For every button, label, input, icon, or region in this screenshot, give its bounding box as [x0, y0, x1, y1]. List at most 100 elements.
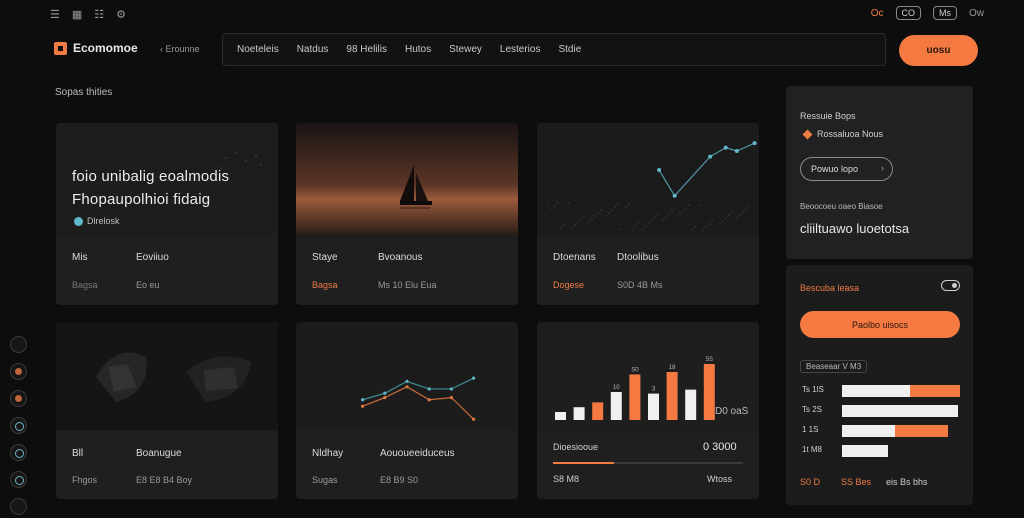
- card-sub-a: S8 M8: [553, 474, 580, 484]
- chart-noise-point: [600, 209, 602, 211]
- chart-noise-point: [637, 222, 639, 224]
- chart-noise-point: [634, 225, 636, 227]
- card-sub-b: E8 E8 B4 Boy: [136, 475, 193, 485]
- notification-indicator[interactable]: Oc: [871, 8, 884, 19]
- nav-item[interactable]: Stewey: [449, 44, 482, 55]
- rail-dot-icon[interactable]: [10, 336, 27, 353]
- card-tag: Dlrelosk: [74, 216, 120, 226]
- chart-noise-point: [736, 217, 738, 219]
- chart-noise-point: [731, 211, 733, 213]
- chart-noise-point: [719, 223, 721, 225]
- brand[interactable]: Ecomomoe: [54, 41, 138, 55]
- feature-card-image[interactable]: Staye Bvoanous Bagsa Ms 10 Elu Eua: [296, 123, 518, 305]
- bar-row-track: [842, 425, 960, 437]
- card-label-b: Dtoolibus: [617, 252, 659, 263]
- panel-primary-button[interactable]: Paolbo uisocs: [800, 311, 960, 338]
- card-sub-a: Bagsa: [72, 280, 98, 290]
- footer-mid: SS Bes: [841, 477, 872, 487]
- chart-noise-point: [608, 212, 610, 214]
- chart-noise-point: [546, 202, 548, 204]
- nav-item[interactable]: Natdus: [297, 44, 329, 55]
- line-point: [657, 168, 662, 173]
- side-panel-top: Ressuie Bops Rossaluoa Nous Powuo lopo ›…: [786, 86, 973, 259]
- rail-circle-icon[interactable]: [10, 444, 27, 461]
- bar-data-label: S0: [631, 367, 639, 373]
- menu-icon[interactable]: ☰: [50, 8, 60, 21]
- breadcrumb[interactable]: ‹ Erounne: [160, 44, 200, 54]
- panel-pill-button[interactable]: Powuo lopo ›: [800, 157, 893, 181]
- card-label-b: Bvoanous: [378, 252, 423, 263]
- grid-icon[interactable]: ▦: [72, 8, 82, 21]
- feature-card-text[interactable]: foio unibalig eoalmodis Fhopaupolhioi fi…: [56, 123, 278, 305]
- bar: [629, 374, 641, 420]
- bar: [666, 372, 678, 420]
- nav-item[interactable]: 98 Helilis: [346, 44, 387, 55]
- chart-progress-track: [553, 462, 743, 464]
- chart-noise-point: [568, 202, 570, 204]
- bar: [648, 393, 659, 420]
- rail-dot-icon[interactable]: [10, 498, 27, 515]
- section-title: Sopas thities: [55, 87, 113, 98]
- card-label-a: Nldhay: [312, 448, 344, 459]
- card-sub-a: Fhgos: [72, 475, 98, 485]
- bar-row-white: [842, 405, 958, 417]
- card-label-a: Mis: [72, 252, 88, 263]
- side-panel-bottom: Bescuba leasa Paolbo uisocs Beaseaar V M…: [786, 265, 973, 505]
- nav-item[interactable]: Hutos: [405, 44, 431, 55]
- chevron-right-icon: ›: [881, 163, 884, 173]
- chart-noise-point: [742, 211, 744, 213]
- nav-item[interactable]: Lesterios: [500, 44, 541, 55]
- user-chip[interactable]: Ms: [933, 6, 957, 20]
- chart-noise-point: [671, 210, 673, 212]
- top-strip: ☰ ▦ ☷ ⚙ Oc CO Ms Ow: [0, 0, 1024, 30]
- bar: [573, 407, 585, 420]
- feature-card-linechart[interactable]: Dtoenans Dtoolibus Dogese S0D 4B Ms: [537, 123, 759, 305]
- toggle-switch[interactable]: [941, 280, 960, 291]
- line-point-teal: [383, 391, 387, 395]
- chart-noise-point: [685, 207, 687, 209]
- bar-data-label: 5S: [706, 357, 713, 363]
- tag-label: Dlrelosk: [87, 216, 120, 226]
- status-chip[interactable]: CO: [895, 6, 921, 20]
- rail-active-icon[interactable]: [10, 390, 27, 407]
- nav-item[interactable]: Noeteleis: [237, 44, 279, 55]
- card-sub-b: S0D 4B Ms: [617, 280, 663, 290]
- rail-circle-icon[interactable]: [10, 417, 27, 434]
- panel-caption: Beoocoeu oaeo Biasoe: [800, 202, 883, 211]
- feature-card-media[interactable]: Bll Boanugue Fhgos E8 E8 B4 Boy: [56, 322, 278, 499]
- bar-row-label: 1t M8: [802, 445, 823, 454]
- rail-record-icon[interactable]: [10, 363, 27, 380]
- chart-noise-point: [728, 214, 730, 216]
- line-point-teal: [427, 387, 431, 391]
- feature-card-barchart[interactable]: 10 S0 3 18 5S D0 oaS Dioesiooue 0 3000 S8 M8…: [537, 322, 759, 499]
- media-image: [56, 322, 278, 430]
- window-control[interactable]: Ow: [969, 8, 984, 19]
- card-label-b: Boanugue: [136, 448, 182, 459]
- panel-item[interactable]: Rossaluoa Nous: [802, 129, 883, 139]
- chart-note: D0 oaS: [715, 406, 749, 417]
- footer-right: eis Bs bhs: [886, 477, 928, 487]
- line-point-orange: [427, 398, 431, 402]
- chart-noise-point: [574, 224, 576, 226]
- line-point-orange: [383, 396, 387, 400]
- chart-noise-point: [725, 217, 727, 219]
- card-sub-a: Dogese: [553, 280, 585, 290]
- chart-noise-point: [631, 228, 633, 230]
- line-point: [723, 145, 728, 150]
- feature-card-linechart-2[interactable]: Nldhay Aououeeiduceus Sugas E8 B9 S0: [296, 322, 518, 499]
- left-rail: [10, 336, 27, 515]
- card-label-a: Dtoenans: [553, 252, 596, 263]
- chart-noise-point: [711, 220, 713, 222]
- settings-icon[interactable]: ⚙: [116, 8, 126, 21]
- chart-noise-point: [580, 218, 582, 220]
- primary-cta-button[interactable]: uosu: [899, 35, 978, 66]
- nav-item[interactable]: Stdie: [558, 44, 581, 55]
- chart-noise-point: [628, 203, 630, 205]
- chart-noise-point: [694, 226, 696, 228]
- rail-circle-icon[interactable]: [10, 471, 27, 488]
- diamond-icon: [802, 129, 813, 139]
- line-point: [708, 154, 713, 159]
- line-point: [672, 193, 677, 198]
- apps-icon[interactable]: ☷: [94, 8, 104, 21]
- line-point-teal: [361, 398, 365, 402]
